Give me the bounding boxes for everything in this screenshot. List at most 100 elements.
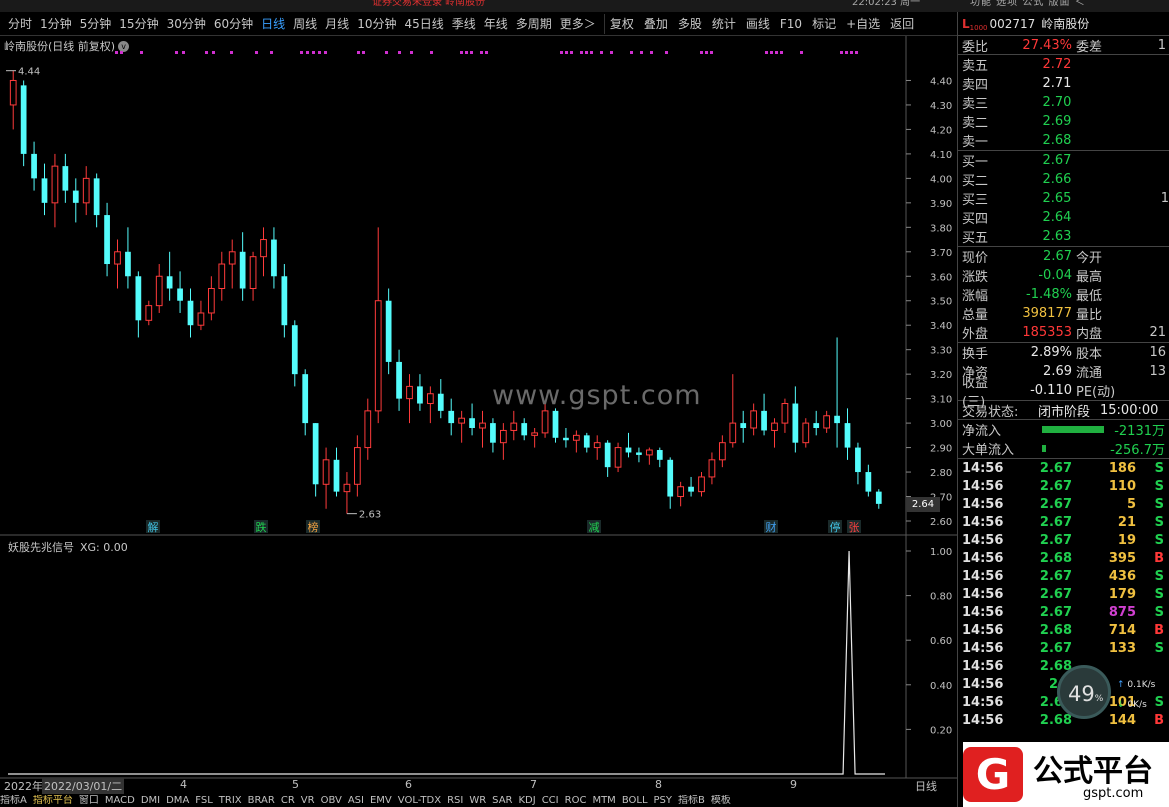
indicator-tab[interactable]: ROC bbox=[565, 795, 587, 806]
indicator-name: 妖股先兆信号 bbox=[8, 541, 74, 554]
tick-price: 2.67 bbox=[1039, 532, 1072, 548]
indicator-tab[interactable]: MTM bbox=[592, 795, 615, 806]
tick-volume: 186 bbox=[1108, 460, 1136, 476]
indicator-tab[interactable]: BOLL bbox=[622, 795, 648, 806]
period-tab[interactable]: 月线 bbox=[325, 15, 349, 32]
event-marker[interactable]: 减 bbox=[587, 520, 601, 534]
date-year: 2022年 bbox=[4, 780, 43, 793]
indicator-tab[interactable]: CR bbox=[281, 795, 295, 806]
indicator-tab[interactable]: RSI bbox=[447, 795, 463, 806]
event-marker-label: 财 bbox=[766, 520, 777, 534]
period-tab[interactable]: 周线 bbox=[293, 15, 317, 32]
book-level-row[interactable]: 卖五 2.72 bbox=[958, 55, 1169, 74]
period-tab[interactable]: 30分钟 bbox=[167, 15, 206, 32]
book-level-row[interactable]: 卖三 2.70 bbox=[958, 93, 1169, 112]
period-tab[interactable]: 多周期 bbox=[516, 15, 552, 32]
event-marker[interactable]: 解 bbox=[146, 520, 160, 534]
indicator-tab[interactable]: WR bbox=[469, 795, 486, 806]
indicator-tab[interactable]: DMA bbox=[166, 795, 189, 806]
toolbar-button[interactable]: 多股 bbox=[673, 15, 707, 32]
period-tab[interactable]: 10分钟 bbox=[357, 15, 396, 32]
indicator-tab[interactable]: FSL bbox=[195, 795, 213, 806]
signal-dot bbox=[465, 51, 468, 54]
book-level-row[interactable]: 卖四 2.71 bbox=[958, 74, 1169, 93]
stat-label: 现价 bbox=[962, 251, 989, 266]
event-marker[interactable]: 财 bbox=[764, 520, 778, 534]
event-marker[interactable]: 停 bbox=[828, 520, 842, 534]
period-tab[interactable]: 季线 bbox=[452, 15, 476, 32]
indicator-tab[interactable]: DMI bbox=[141, 795, 160, 806]
toolbar-button[interactable]: 叠加 bbox=[639, 15, 673, 32]
flow-row: 净流入 -2131万 bbox=[958, 420, 1169, 439]
toolbar-button[interactable]: 统计 bbox=[707, 15, 741, 32]
book-level-row[interactable]: 买一 2.67 bbox=[958, 151, 1169, 170]
tick-time: 14:56 bbox=[962, 604, 1004, 620]
signal-dot bbox=[300, 51, 303, 54]
level-price: 2.63 bbox=[1042, 229, 1072, 244]
tick-volume: 21 bbox=[1117, 514, 1136, 530]
logo-name: 公式平台 bbox=[1033, 754, 1153, 789]
period-tab[interactable]: 日线 bbox=[261, 15, 285, 32]
flow-label: 大单流入 bbox=[962, 443, 1015, 458]
book-level-row[interactable]: 卖二 2.69 bbox=[958, 112, 1169, 131]
indicator-tab[interactable]: TRIX bbox=[219, 795, 242, 806]
toolbar-button[interactable]: +自选 bbox=[841, 15, 885, 32]
period-tab[interactable]: 年线 bbox=[484, 15, 508, 32]
signal-dot bbox=[600, 51, 603, 54]
event-marker[interactable]: 榜 bbox=[306, 520, 320, 534]
indicator-tab[interactable]: KDJ bbox=[518, 795, 535, 806]
toolbar-button[interactable]: 复权 bbox=[605, 15, 639, 32]
candle-body bbox=[729, 422, 737, 444]
indicator-tab[interactable]: ASI bbox=[348, 795, 364, 806]
indicator-tab[interactable]: CCI bbox=[542, 795, 559, 806]
indicator-tab[interactable]: EMV bbox=[370, 795, 392, 806]
toolbar-button[interactable]: F10 bbox=[775, 17, 807, 31]
period-tab[interactable]: 60分钟 bbox=[214, 15, 253, 32]
indicator-tab[interactable]: VR bbox=[301, 795, 315, 806]
period-tab[interactable]: 15分钟 bbox=[119, 15, 158, 32]
signal-dot bbox=[775, 51, 778, 54]
signal-dot bbox=[230, 51, 233, 54]
toolbar-button[interactable]: 画线 bbox=[741, 15, 775, 32]
indicator-tab[interactable]: 指标B bbox=[678, 795, 705, 806]
candle-body bbox=[834, 415, 840, 424]
indicator-tab[interactable]: VOL-TDX bbox=[398, 795, 441, 806]
book-level-row[interactable]: 买二 2.66 bbox=[958, 170, 1169, 189]
book-level-row[interactable]: 买三 2.65 1 bbox=[958, 189, 1169, 208]
book-level-row[interactable]: 卖一 2.68 bbox=[958, 131, 1169, 150]
indicator-tab[interactable]: 窗口 bbox=[79, 795, 99, 806]
tick-time: 14:56 bbox=[962, 676, 1004, 692]
tick-time: 14:56 bbox=[962, 532, 1004, 548]
candle-body bbox=[177, 288, 183, 301]
signal-dot bbox=[324, 51, 327, 54]
indicator-tab[interactable]: OBV bbox=[321, 795, 342, 806]
chart-area[interactable]: 4.40 4.30 4.20 4.10 4.00 3.90 3.80 3.70 3.60 3.50… bbox=[0, 36, 957, 796]
event-marker[interactable]: 张 bbox=[847, 520, 861, 534]
candle-body bbox=[572, 434, 580, 441]
book-level-row[interactable]: 买四 2.64 bbox=[958, 208, 1169, 227]
signal-dot bbox=[485, 51, 488, 54]
indicator-tab[interactable]: 指标A bbox=[0, 795, 27, 806]
event-marker[interactable]: 跌 bbox=[254, 520, 268, 534]
tick-price: 2.67 bbox=[1039, 478, 1072, 494]
candle-body bbox=[207, 288, 215, 314]
indicator-tab[interactable]: SAR bbox=[492, 795, 512, 806]
indicator-tab[interactable]: MACD bbox=[105, 795, 135, 806]
toolbar-button[interactable]: 标记 bbox=[807, 15, 841, 32]
period-tab[interactable]: 1分钟 bbox=[40, 15, 72, 32]
period-label[interactable]: 日线 bbox=[915, 778, 937, 794]
signal-dot bbox=[585, 51, 588, 54]
period-tab[interactable]: 更多＞ bbox=[560, 15, 596, 32]
period-tab[interactable]: 45日线 bbox=[404, 15, 443, 32]
indicator-tab[interactable]: BRAR bbox=[248, 795, 275, 806]
stat-row: 外盘 185353 内盘 21 bbox=[958, 323, 1169, 342]
indicator-tab[interactable]: PSY bbox=[654, 795, 673, 806]
stat-value-2: 21 bbox=[1149, 325, 1166, 340]
indicator-tab[interactable]: 模板 bbox=[711, 795, 731, 806]
book-level-row[interactable]: 买五 2.63 bbox=[958, 227, 1169, 246]
indicator-tab[interactable]: 指标平台 bbox=[33, 795, 73, 806]
top-menu[interactable]: 功能 选项 公式 版面 ＜ bbox=[970, 0, 1086, 9]
period-tab[interactable]: 5分钟 bbox=[80, 15, 112, 32]
period-tab[interactable]: 分时 bbox=[8, 15, 32, 32]
toolbar-button[interactable]: 返回 bbox=[885, 15, 919, 32]
